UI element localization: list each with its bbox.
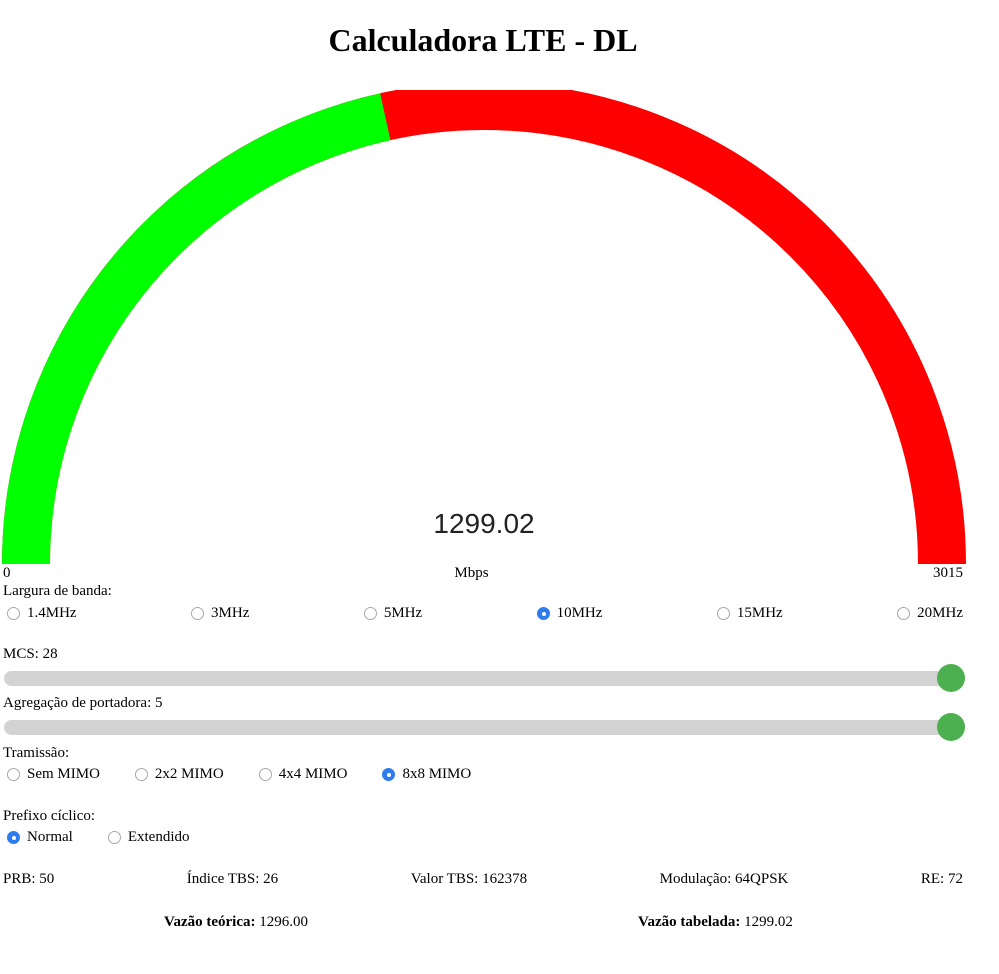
radio-icon[interactable] [716, 607, 730, 620]
radio-icon[interactable] [7, 831, 20, 844]
cyclic-prefix-option-label: Normal [27, 829, 73, 845]
bandwidth-option-label: 1.4MHz [27, 605, 77, 621]
bandwidth-option-label: 5MHz [383, 605, 423, 621]
radio-icon[interactable] [7, 768, 20, 781]
slider-track[interactable] [4, 671, 965, 686]
transmission-options: Sem MIMO 2x2 MIMO 4x4 MIMO 8x8 MIMO [3, 766, 502, 783]
radio-icon[interactable] [107, 831, 121, 844]
tabulated-throughput: Vazão tabelada: 1299.02 [638, 914, 793, 931]
bandwidth-option-label: 10MHz [556, 605, 603, 621]
mcs-label: MCS: 28 [3, 646, 58, 662]
modulation-value: Modulação: 64QPSK [659, 871, 789, 887]
radio-icon[interactable] [382, 768, 396, 781]
tabulated-throughput-label: Vazão tabelada: [638, 914, 741, 930]
re-value: RE: 72 [920, 871, 963, 887]
radio-icon[interactable] [363, 607, 377, 620]
bandwidth-option-5mhz[interactable]: 5MHz [360, 605, 422, 622]
bandwidth-option-label: 3MHz [211, 605, 250, 621]
radio-icon[interactable] [134, 768, 148, 781]
cyclic-prefix-option-label: Extendido [127, 829, 190, 845]
transmission-option-4x4-mimo[interactable]: 4x4 MIMO [255, 766, 348, 783]
radio-icon[interactable] [897, 607, 911, 620]
bandwidth-option-1-4mhz[interactable]: 1.4MHz [3, 605, 77, 622]
page-title: Calculadora LTE - DL [328, 22, 638, 58]
slider-track[interactable] [4, 720, 965, 735]
throughput-gauge: 1299.02 [0, 90, 968, 568]
carrier-aggregation-slider[interactable] [4, 712, 965, 742]
gauge-remainder-arc [2, 90, 966, 565]
gauge-unit-label: Mbps [454, 565, 489, 581]
bandwidth-label: Largura de banda: [3, 583, 112, 599]
bandwidth-option-label: 20MHz [917, 605, 963, 621]
transmission-option-label: Sem MIMO [27, 766, 100, 782]
cyclic-prefix-label: Prefixo cíclico: [3, 808, 96, 824]
bandwidth-option-15mhz[interactable]: 15MHz [713, 605, 783, 622]
transmission-label: Tramissão: [3, 745, 70, 761]
gauge-max-label: 3015 [933, 565, 963, 581]
prb-value: PRB: 50 [3, 871, 55, 887]
transmission-option-2x2-mimo[interactable]: 2x2 MIMO [131, 766, 224, 783]
transmission-option-sem-mimo[interactable]: Sem MIMO [3, 766, 100, 783]
bandwidth-option-label: 15MHz [736, 605, 783, 621]
radio-icon[interactable] [191, 607, 205, 620]
theoretical-throughput: Vazão teórica: 1296.00 [164, 914, 308, 931]
cyclic-prefix-options: Normal Extendido [3, 829, 220, 846]
cyclic-prefix-option-normal[interactable]: Normal [3, 829, 73, 846]
slider-thumb[interactable] [937, 713, 965, 741]
slider-thumb[interactable] [937, 664, 965, 692]
bandwidth-options: 1.4MHz 3MHz 5MHz 10MHz 15MHz 20MHz [3, 605, 963, 622]
radio-icon[interactable] [7, 607, 20, 620]
transmission-option-label: 8x8 MIMO [402, 766, 472, 782]
transmission-option-8x8-mimo[interactable]: 8x8 MIMO [378, 766, 471, 783]
theoretical-throughput-value: 1296.00 [259, 914, 308, 930]
tbs-value: Valor TBS: 162378 [410, 871, 528, 887]
radio-icon[interactable] [536, 607, 550, 620]
radio-icon[interactable] [258, 768, 272, 781]
tabulated-throughput-value: 1299.02 [744, 914, 793, 930]
mcs-slider[interactable] [4, 663, 965, 693]
carrier-aggregation-label: Agregação de portadora: 5 [3, 695, 163, 711]
theoretical-throughput-label: Vazão teórica: [164, 914, 256, 930]
bandwidth-option-3mhz[interactable]: 3MHz [187, 605, 249, 622]
gauge-value: 1299.02 [433, 508, 535, 539]
lte-parameters: PRB: 50 Índice TBS: 26 Valor TBS: 162378… [3, 871, 963, 888]
tbs-index-value: Índice TBS: 26 [186, 871, 279, 887]
gauge-value-arc [2, 93, 391, 565]
transmission-option-label: 4x4 MIMO [278, 766, 348, 782]
transmission-option-label: 2x2 MIMO [154, 766, 224, 782]
bandwidth-option-20mhz[interactable]: 20MHz [893, 605, 963, 622]
cyclic-prefix-option-extendido[interactable]: Extendido [104, 829, 190, 846]
bandwidth-option-10mhz[interactable]: 10MHz [533, 605, 603, 622]
